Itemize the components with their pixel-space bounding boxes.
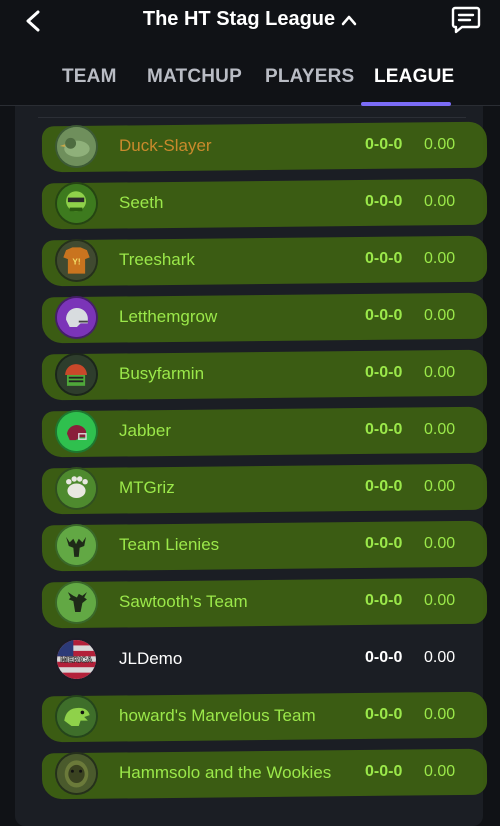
standings-row[interactable]: Letthemgrow 0-0-0 0.00 xyxy=(0,289,500,346)
row-highlight xyxy=(41,577,488,629)
team-name: Seeth xyxy=(119,193,164,212)
tab-matchup[interactable]: MATCHUP xyxy=(147,66,242,88)
merica-flag-avatar-icon: MERICA xyxy=(55,638,98,681)
svg-text:Y!: Y! xyxy=(72,258,80,267)
helmet-avatar-icon xyxy=(55,296,98,339)
team-points: 0.00 xyxy=(424,250,456,267)
team-record: 0-0-0 xyxy=(365,763,403,780)
page-title: The HT Stag League xyxy=(142,8,336,30)
row-highlight xyxy=(41,235,488,287)
elk-avatar-icon xyxy=(55,581,98,624)
team-name: Jabber xyxy=(119,421,171,440)
team-points: 0.00 xyxy=(424,364,456,381)
team-record: 0-0-0 xyxy=(365,364,403,381)
team-points: 0.00 xyxy=(424,592,456,609)
team-record: 0-0-0 xyxy=(365,136,403,153)
team-points: 0.00 xyxy=(424,535,456,552)
tab-team[interactable]: TEAM xyxy=(62,66,117,88)
standings-row[interactable]: howard's Marvelous Team 0-0-0 0.00 xyxy=(0,688,500,745)
team-name: howard's Marvelous Team xyxy=(119,706,316,725)
team-name: Letthemgrow xyxy=(119,307,218,326)
league-title-dropdown[interactable]: The HT Stag League xyxy=(0,8,500,31)
dinosaur-avatar-icon xyxy=(55,695,98,738)
team-name: MTGriz xyxy=(119,478,175,497)
team-record: 0-0-0 xyxy=(365,193,403,210)
team-record: 0-0-0 xyxy=(365,592,403,609)
team-points: 0.00 xyxy=(424,193,456,210)
standings-row[interactable]: Busyfarmin 0-0-0 0.00 xyxy=(0,346,500,403)
team-name: Busyfarmin xyxy=(119,364,205,383)
tab-league[interactable]: LEAGUE xyxy=(374,66,454,88)
tab-players[interactable]: PLAYERS xyxy=(265,66,354,88)
team-record: 0-0-0 xyxy=(365,421,403,438)
chat-icon[interactable] xyxy=(450,4,482,36)
team-points: 0.00 xyxy=(424,307,456,324)
standings-row[interactable]: Duck-Slayer 0-0-0 0.00 xyxy=(0,118,500,175)
team-name: Duck-Slayer xyxy=(119,136,212,155)
team-points: 0.00 xyxy=(424,136,456,153)
team-name: Hammsolo and the Wookies xyxy=(119,763,332,782)
row-highlight xyxy=(41,121,488,173)
team-record: 0-0-0 xyxy=(365,649,403,666)
app-header: The HT Stag League TEAM MATCHUP PLAYERS … xyxy=(0,0,500,106)
tab-bar: TEAM MATCHUP PLAYERS LEAGUE xyxy=(0,60,500,106)
row-highlight xyxy=(41,406,488,458)
zombie-avatar-icon xyxy=(55,182,98,225)
robot-helmet-avatar-icon xyxy=(55,353,98,396)
team-points: 0.00 xyxy=(424,763,456,780)
standings-row[interactable]: Seeth 0-0-0 0.00 xyxy=(0,175,500,232)
team-record: 0-0-0 xyxy=(365,250,403,267)
standings-row[interactable]: Hammsolo and the Wookies 0-0-0 0.00 xyxy=(0,745,500,802)
moose-avatar-icon xyxy=(55,524,98,567)
team-record: 0-0-0 xyxy=(365,478,403,495)
team-points: 0.00 xyxy=(424,649,456,666)
standings-row[interactable]: MTGriz 0-0-0 0.00 xyxy=(0,460,500,517)
avatar-text: MERICA xyxy=(60,656,92,665)
duck-avatar-icon xyxy=(55,125,98,168)
team-record: 0-0-0 xyxy=(365,307,403,324)
chevron-up-icon xyxy=(341,14,357,26)
row-highlight xyxy=(41,178,488,230)
team-name: JLDemo xyxy=(119,649,183,668)
paw-avatar-icon xyxy=(55,467,98,510)
wookie-avatar-icon xyxy=(55,752,98,795)
red-helmet-avatar-icon xyxy=(55,410,98,453)
standings-row[interactable]: Sawtooth's Team 0-0-0 0.00 xyxy=(0,574,500,631)
team-points: 0.00 xyxy=(424,421,456,438)
team-name: Team Lienies xyxy=(119,535,220,554)
row-highlight xyxy=(41,349,488,401)
jersey-avatar-icon: Y! xyxy=(55,239,98,282)
standings-row[interactable]: MERICA JLDemo 0-0-0 0.00 xyxy=(0,631,500,688)
team-record: 0-0-0 xyxy=(365,706,403,723)
team-record: 0-0-0 xyxy=(365,535,403,552)
standings-row[interactable]: Jabber 0-0-0 0.00 xyxy=(0,403,500,460)
row-highlight xyxy=(41,292,488,344)
row-highlight xyxy=(41,520,488,572)
standings-row[interactable]: Team Lienies 0-0-0 0.00 xyxy=(0,517,500,574)
team-name: Treeshark xyxy=(119,250,195,269)
team-name: Sawtooth's Team xyxy=(119,592,248,611)
row-highlight xyxy=(41,463,488,515)
team-points: 0.00 xyxy=(424,706,456,723)
team-points: 0.00 xyxy=(424,478,456,495)
standings-row[interactable]: Y! Treeshark 0-0-0 0.00 xyxy=(0,232,500,289)
